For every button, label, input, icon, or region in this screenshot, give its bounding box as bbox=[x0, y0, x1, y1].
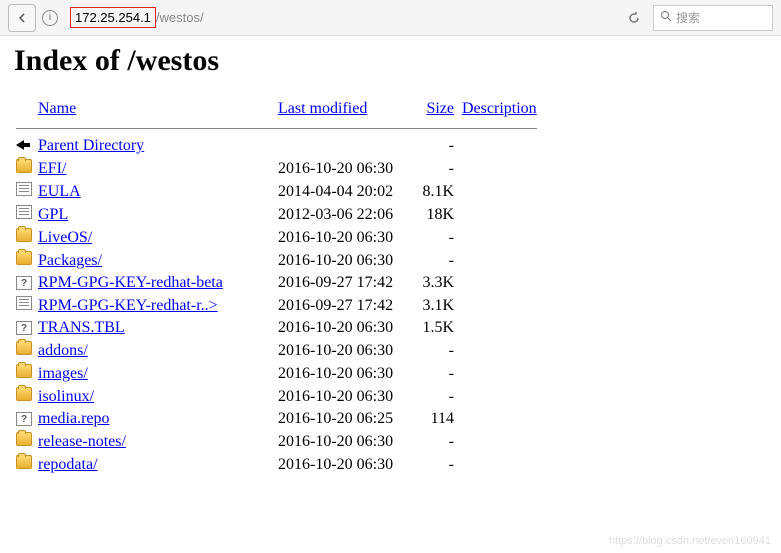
folder-icon bbox=[16, 455, 32, 469]
file-date: 2016-09-27 17:42 bbox=[276, 272, 416, 294]
file-date: 2016-10-20 06:30 bbox=[276, 226, 416, 249]
search-placeholder: 搜索 bbox=[676, 9, 700, 26]
unknown-icon: ? bbox=[16, 412, 32, 426]
unknown-icon: ? bbox=[16, 276, 32, 290]
table-row: isolinux/2016-10-20 06:30- bbox=[14, 385, 539, 408]
back-button[interactable] bbox=[8, 4, 36, 32]
folder-icon bbox=[16, 364, 32, 378]
file-size: 3.3K bbox=[416, 272, 460, 294]
url-path: /westos/ bbox=[156, 10, 204, 25]
table-row: ? media.repo 2016-10-20 06:25114 bbox=[14, 408, 539, 430]
header-name[interactable]: Name bbox=[38, 100, 76, 117]
header-modified[interactable]: Last modified bbox=[278, 100, 367, 117]
file-date: 2016-09-27 17:42 bbox=[276, 294, 416, 317]
parent-icon bbox=[16, 140, 24, 150]
reload-button[interactable] bbox=[621, 5, 647, 31]
file-size: - bbox=[416, 362, 460, 385]
table-row: GPL 2012-03-06 22:0618K bbox=[14, 203, 539, 226]
file-date: 2016-10-20 06:25 bbox=[276, 408, 416, 430]
file-link[interactable]: LiveOS/ bbox=[38, 229, 92, 246]
search-icon bbox=[660, 10, 672, 25]
table-row: RPM-GPG-KEY-redhat-r..> 2016-09-27 17:423… bbox=[14, 294, 539, 317]
table-row: LiveOS/2016-10-20 06:30- bbox=[14, 226, 539, 249]
folder-icon bbox=[16, 228, 32, 242]
url-bar[interactable]: 172.25.254.1/westos/ bbox=[64, 5, 615, 31]
file-link[interactable]: TRANS.TBL bbox=[38, 319, 125, 336]
file-size: - bbox=[416, 249, 460, 272]
file-date: 2016-10-20 06:30 bbox=[276, 317, 416, 339]
file-date: 2016-10-20 06:30 bbox=[276, 453, 416, 476]
file-date: 2016-10-20 06:30 bbox=[276, 157, 416, 180]
table-row: ? TRANS.TBL 2016-10-20 06:301.5K bbox=[14, 317, 539, 339]
folder-icon bbox=[16, 159, 32, 173]
file-size: - bbox=[416, 226, 460, 249]
text-icon bbox=[16, 296, 32, 310]
file-date: 2016-10-20 06:30 bbox=[276, 339, 416, 362]
file-link[interactable]: repodata/ bbox=[38, 456, 98, 473]
page-title: Index of /westos bbox=[14, 44, 767, 78]
file-link[interactable]: isolinux/ bbox=[38, 388, 94, 405]
file-size: - bbox=[416, 339, 460, 362]
file-link[interactable]: EULA bbox=[38, 183, 81, 200]
table-row: EULA 2014-04-04 20:028.1K bbox=[14, 180, 539, 203]
file-date: 2016-10-20 06:30 bbox=[276, 362, 416, 385]
file-size: 3.1K bbox=[416, 294, 460, 317]
file-size: 8.1K bbox=[416, 180, 460, 203]
directory-listing: Name Last modified Size Description Pare… bbox=[14, 96, 539, 476]
file-link[interactable]: addons/ bbox=[38, 342, 88, 359]
table-row: Packages/2016-10-20 06:30- bbox=[14, 249, 539, 272]
file-size: 18K bbox=[416, 203, 460, 226]
file-date: 2016-10-20 06:30 bbox=[276, 430, 416, 453]
file-link[interactable]: RPM-GPG-KEY-redhat-r..> bbox=[38, 297, 218, 314]
search-input[interactable]: 搜索 bbox=[653, 5, 773, 31]
file-link[interactable]: GPL bbox=[38, 206, 68, 223]
folder-icon bbox=[16, 432, 32, 446]
folder-icon bbox=[16, 387, 32, 401]
file-link[interactable]: Parent Directory bbox=[38, 137, 144, 154]
unknown-icon: ? bbox=[16, 321, 32, 335]
folder-icon bbox=[16, 251, 32, 265]
table-row: images/2016-10-20 06:30- bbox=[14, 362, 539, 385]
header-size[interactable]: Size bbox=[426, 100, 454, 117]
file-date: 2016-10-20 06:30 bbox=[276, 249, 416, 272]
file-date: 2012-03-06 22:06 bbox=[276, 203, 416, 226]
file-link[interactable]: Packages/ bbox=[38, 252, 102, 269]
file-link[interactable]: images/ bbox=[38, 365, 88, 382]
file-size: - bbox=[416, 430, 460, 453]
file-size: 114 bbox=[416, 408, 460, 430]
watermark: https://blog.csdn.net/even160941 bbox=[609, 535, 771, 547]
file-size: - bbox=[416, 135, 460, 157]
file-link[interactable]: release-notes/ bbox=[38, 433, 126, 450]
file-date: 2014-04-04 20:02 bbox=[276, 180, 416, 203]
folder-icon bbox=[16, 341, 32, 355]
text-icon bbox=[16, 205, 32, 219]
table-row: repodata/2016-10-20 06:30- bbox=[14, 453, 539, 476]
table-row: Parent Directory - bbox=[14, 135, 539, 157]
info-icon[interactable]: i bbox=[42, 10, 58, 26]
file-link[interactable]: EFI/ bbox=[38, 160, 66, 177]
file-date: 2016-10-20 06:30 bbox=[276, 385, 416, 408]
header-description[interactable]: Description bbox=[462, 100, 537, 117]
file-size: - bbox=[416, 453, 460, 476]
table-row: ? RPM-GPG-KEY-redhat-beta 2016-09-27 17:42… bbox=[14, 272, 539, 294]
browser-toolbar: i 172.25.254.1/westos/ 搜索 bbox=[0, 0, 781, 36]
file-size: 1.5K bbox=[416, 317, 460, 339]
text-icon bbox=[16, 182, 32, 196]
file-link[interactable]: RPM-GPG-KEY-redhat-beta bbox=[38, 274, 223, 291]
table-row: addons/2016-10-20 06:30- bbox=[14, 339, 539, 362]
file-date bbox=[276, 135, 416, 157]
file-size: - bbox=[416, 385, 460, 408]
file-size: - bbox=[416, 157, 460, 180]
page-content: Index of /westos Name Last modified Size… bbox=[0, 36, 781, 484]
url-host: 172.25.254.1 bbox=[70, 7, 156, 28]
table-row: EFI/2016-10-20 06:30- bbox=[14, 157, 539, 180]
table-row: release-notes/2016-10-20 06:30- bbox=[14, 430, 539, 453]
file-link[interactable]: media.repo bbox=[38, 410, 110, 427]
